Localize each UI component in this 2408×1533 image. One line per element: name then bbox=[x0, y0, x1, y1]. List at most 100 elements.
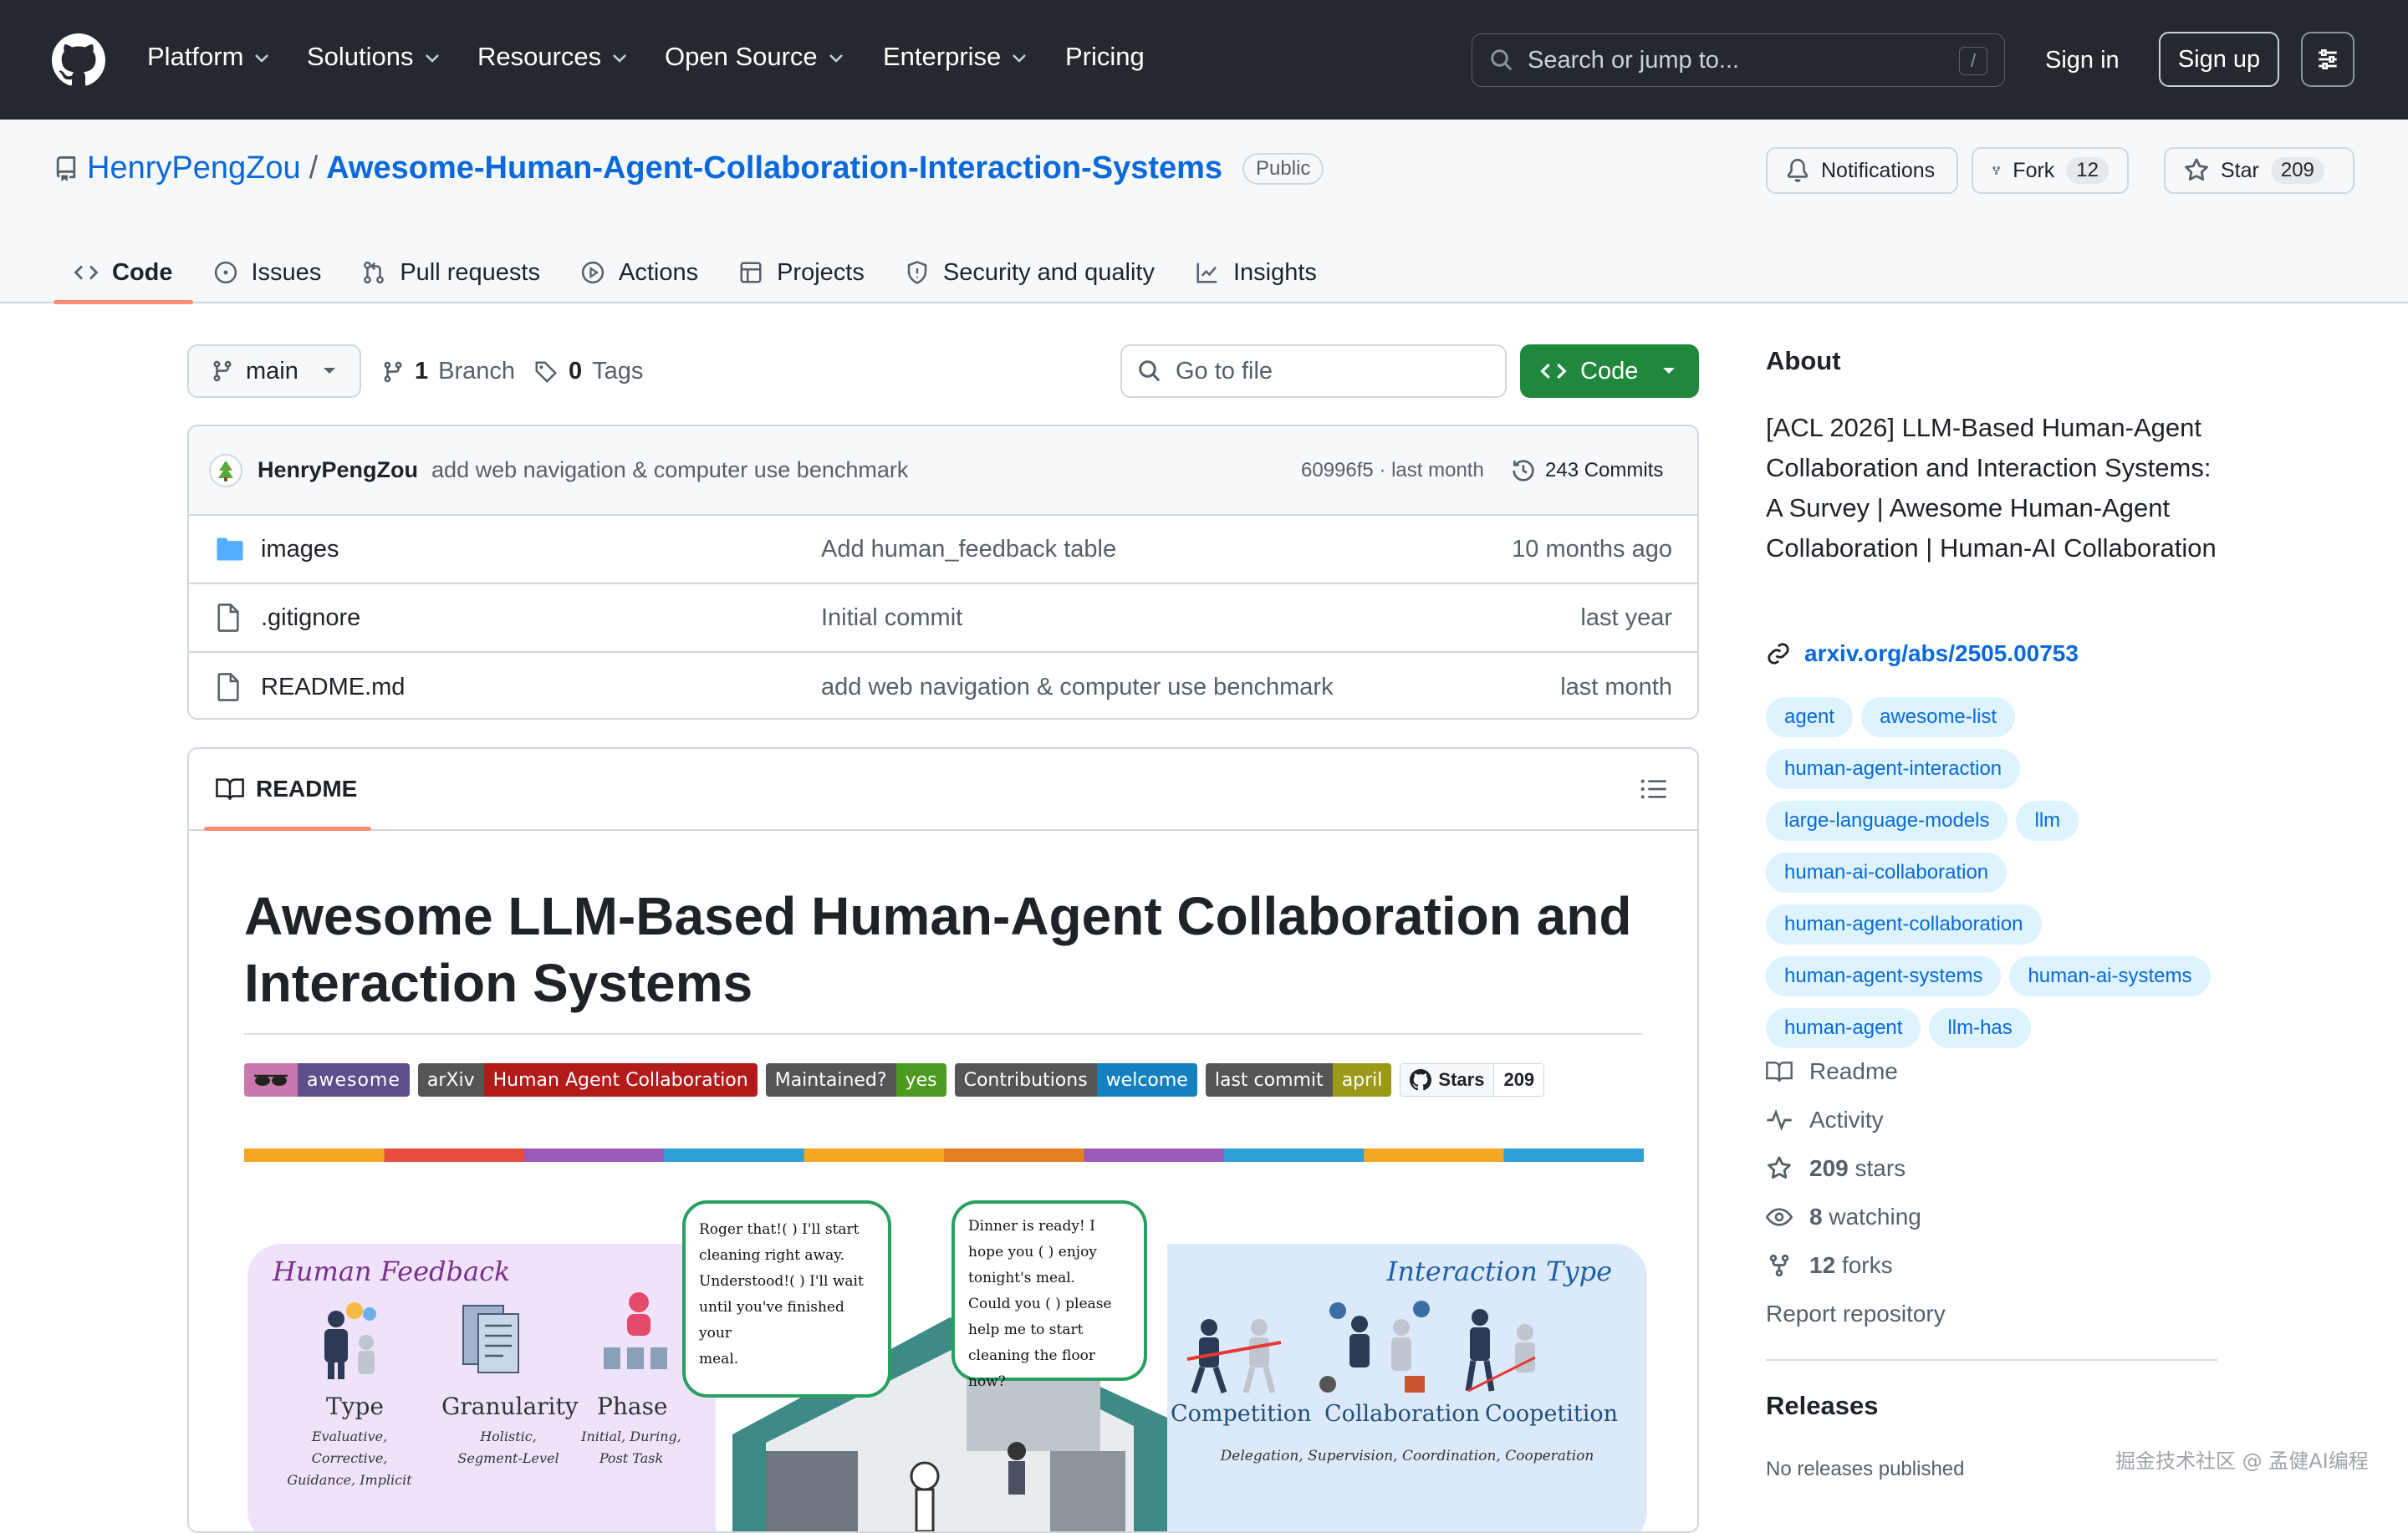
readme-tab-label[interactable]: README bbox=[256, 776, 357, 802]
commit-hash[interactable]: 60996f5 bbox=[1301, 459, 1374, 481]
rainbow-divider bbox=[244, 1148, 1644, 1162]
badge-arxiv[interactable]: arXiv Human Agent Collaboration bbox=[417, 1063, 758, 1097]
badge-arxiv-right: Human Agent Collaboration bbox=[483, 1063, 758, 1097]
commits-link[interactable]: 243 Commits bbox=[1510, 457, 1663, 484]
badge-awesome[interactable]: awesome bbox=[244, 1063, 410, 1097]
nav-enterprise[interactable]: Enterprise bbox=[883, 42, 1028, 72]
folder-icon bbox=[217, 537, 243, 561]
topic-tag[interactable]: human-agent-interaction bbox=[1766, 749, 2021, 789]
commit-author[interactable]: HenryPengZou bbox=[258, 457, 418, 483]
caret-down-icon bbox=[1663, 368, 1676, 374]
badge-maintained-right: yes bbox=[895, 1063, 946, 1097]
watching-label: watching bbox=[1829, 1204, 1921, 1230]
sign-in-link[interactable]: Sign in bbox=[2045, 47, 2120, 74]
file-row[interactable]: images Add human_feedback table 10 month… bbox=[189, 516, 1697, 584]
topic-tag[interactable]: human-agent-collaboration bbox=[1766, 904, 2042, 945]
feedback-type-label: Type bbox=[326, 1393, 384, 1420]
fork-button[interactable]: Fork 12 bbox=[1972, 147, 2129, 194]
pull-request-icon bbox=[364, 261, 385, 284]
topic-tag[interactable]: llm bbox=[2016, 801, 2079, 841]
nav-resources[interactable]: Resources bbox=[477, 42, 628, 72]
tab-security-label: Security and quality bbox=[942, 258, 1155, 286]
code-icon bbox=[74, 265, 99, 280]
nav-platform[interactable]: Platform bbox=[147, 42, 270, 72]
badge-contributions[interactable]: Contributions welcome bbox=[954, 1063, 1197, 1097]
branch-select[interactable]: main bbox=[187, 344, 361, 398]
commit-message[interactable]: add web navigation & computer use benchm… bbox=[431, 457, 908, 483]
fork-icon bbox=[1992, 166, 2000, 175]
outline-list-icon[interactable] bbox=[1640, 777, 1667, 801]
repo-icon bbox=[56, 155, 76, 181]
topic-tag[interactable]: llm-has bbox=[1929, 1008, 2031, 1048]
global-header: Platform Solutions Resources Open Source… bbox=[0, 0, 2408, 120]
collaboration-label: Collaboration bbox=[1324, 1401, 1480, 1427]
go-to-file-input[interactable]: Go to file bbox=[1120, 344, 1507, 398]
tab-issues-label: Issues bbox=[251, 258, 322, 286]
star-button[interactable]: Star 209 bbox=[2164, 147, 2354, 194]
star-icon bbox=[1768, 1156, 1791, 1179]
readme-link-label: Readme bbox=[1809, 1058, 1898, 1084]
file-name[interactable]: README.md bbox=[261, 674, 405, 701]
watchers-link[interactable]: 8 watching bbox=[1766, 1193, 2217, 1241]
tab-insights-label: Insights bbox=[1232, 258, 1317, 286]
topic-tag[interactable]: agent bbox=[1766, 697, 1854, 737]
branch-label: Branch bbox=[438, 358, 516, 385]
code-dropdown-button[interactable]: Code bbox=[1520, 344, 1699, 398]
topic-tag[interactable]: human-ai-systems bbox=[2009, 956, 2211, 996]
file-row[interactable]: README.md add web navigation & computer … bbox=[189, 653, 1697, 718]
badge-arxiv-left: arXiv bbox=[417, 1063, 484, 1097]
badge-stars[interactable]: Stars 209 bbox=[1400, 1063, 1545, 1097]
tab-actions[interactable]: Actions bbox=[560, 242, 718, 303]
topic-tag[interactable]: large-language-models bbox=[1766, 801, 2008, 841]
badge-contributions-right: welcome bbox=[1096, 1063, 1197, 1097]
report-repository-link[interactable]: Report repository bbox=[1766, 1290, 2217, 1338]
tab-issues[interactable]: Issues bbox=[193, 242, 342, 303]
tab-actions-label: Actions bbox=[618, 258, 699, 286]
file-row[interactable]: .gitignore Initial commit last year bbox=[189, 584, 1697, 653]
tags-link[interactable]: 0 Tags bbox=[533, 358, 643, 385]
stars-link[interactable]: 209 stars bbox=[1766, 1144, 2217, 1193]
nav-open-source[interactable]: Open Source bbox=[665, 42, 844, 72]
readme-link[interactable]: Readme bbox=[1766, 1047, 2217, 1096]
tab-insights[interactable]: Insights bbox=[1175, 242, 1337, 303]
watching-count: 8 bbox=[1809, 1204, 1823, 1230]
feedback-phase-desc: Initial, During, Post Task bbox=[581, 1429, 681, 1466]
tab-pull-requests[interactable]: Pull requests bbox=[341, 242, 560, 303]
activity-link[interactable]: Activity bbox=[1766, 1096, 2217, 1144]
forks-link[interactable]: 12 forks bbox=[1766, 1241, 2217, 1290]
avatar[interactable] bbox=[209, 453, 242, 487]
file-commit-message[interactable]: Add human_feedback table bbox=[821, 536, 1116, 563]
badge-last-commit[interactable]: last commit april bbox=[1205, 1063, 1392, 1097]
branches-link[interactable]: 1 Branch bbox=[381, 358, 515, 385]
file-name[interactable]: images bbox=[261, 536, 339, 563]
repo-name-link[interactable]: Awesome-Human-Agent-Collaboration-Intera… bbox=[326, 150, 1222, 186]
homepage-link[interactable]: arxiv.org/abs/2505.00753 bbox=[1766, 640, 2079, 667]
topic-tag[interactable]: human-ai-collaboration bbox=[1766, 853, 2008, 893]
feedback-phase-label: Phase bbox=[597, 1393, 668, 1420]
file-name[interactable]: .gitignore bbox=[261, 604, 360, 632]
nav-solutions[interactable]: Solutions bbox=[307, 42, 441, 72]
topic-tag[interactable]: human-agent-systems bbox=[1766, 956, 2002, 996]
book-icon bbox=[1766, 1062, 1793, 1082]
badge-maintained[interactable]: Maintained? yes bbox=[765, 1063, 946, 1097]
forks-label: forks bbox=[1841, 1252, 1893, 1278]
tab-security[interactable]: Security and quality bbox=[885, 242, 1175, 303]
tab-code[interactable]: Code bbox=[54, 242, 193, 304]
repo-owner-link[interactable]: HenryPengZou bbox=[87, 150, 301, 186]
file-commit-message[interactable]: Initial commit bbox=[821, 604, 962, 632]
file-commit-message[interactable]: add web navigation & computer use benchm… bbox=[821, 674, 1334, 701]
history-icon bbox=[1513, 459, 1534, 481]
nav-pricing[interactable]: Pricing bbox=[1065, 42, 1145, 72]
search-input[interactable]: Search or jump to... / bbox=[1472, 33, 2005, 87]
releases-heading[interactable]: Releases bbox=[1766, 1391, 1878, 1421]
file-icon bbox=[217, 673, 239, 701]
settings-menu-button[interactable] bbox=[2301, 32, 2354, 87]
homepage-link-label: arxiv.org/abs/2505.00753 bbox=[1804, 640, 2079, 666]
stars-count: 209 bbox=[1809, 1155, 1849, 1181]
tab-projects[interactable]: Projects bbox=[718, 242, 885, 303]
topic-tag[interactable]: human-agent bbox=[1766, 1008, 1921, 1048]
github-logo-icon[interactable] bbox=[52, 33, 105, 87]
notifications-button[interactable]: Notifications bbox=[1766, 147, 1958, 194]
topic-tag[interactable]: awesome-list bbox=[1861, 697, 2016, 737]
sign-up-button[interactable]: Sign up bbox=[2159, 32, 2279, 87]
